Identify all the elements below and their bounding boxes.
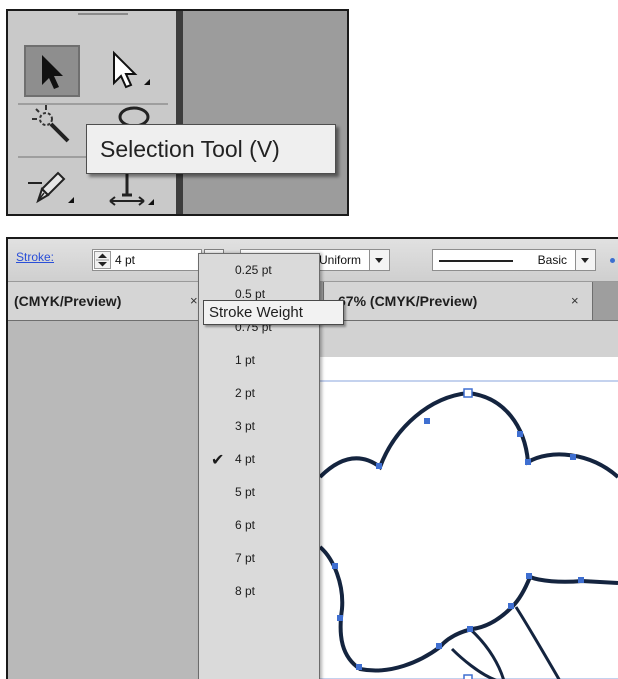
brush-line-preview [439, 260, 513, 262]
pen-tool-icon [28, 171, 74, 204]
menu-item-label: 6 pt [235, 518, 256, 532]
menu-item-2[interactable]: 2 pt [199, 386, 319, 406]
bounding-box-handle[interactable] [463, 388, 473, 398]
menu-item-0-25[interactable]: 0.25 pt [199, 263, 319, 283]
menu-item-1[interactable]: 1 pt [199, 353, 319, 373]
menu-item-8[interactable]: 8 pt [199, 584, 319, 604]
menu-item-7[interactable]: 7 pt [199, 551, 319, 571]
magic-wand-tool-button[interactable] [24, 101, 80, 153]
document-tab-active[interactable]: 67% (CMYK/Preview) × [323, 282, 593, 320]
stroke-weight-field[interactable]: 4 pt [92, 249, 202, 271]
stroke-weight-stepper[interactable] [94, 251, 111, 269]
magic-wand-tool-icon [32, 105, 70, 143]
menu-item-label: 5 pt [235, 485, 256, 499]
menu-item-3[interactable]: 3 pt [199, 419, 319, 439]
tools-panel-grip[interactable] [78, 13, 128, 15]
stroke-weight-value[interactable]: 4 pt [115, 253, 135, 267]
tree-artwork[interactable] [320, 357, 618, 679]
pen-tool-button[interactable] [24, 159, 80, 211]
tab-close-button[interactable]: × [571, 293, 579, 308]
chevron-down-icon [581, 258, 589, 263]
brush-dropdown-button[interactable] [575, 250, 595, 270]
tab-close-button[interactable]: × [190, 293, 198, 308]
menu-item-label: 4 pt [235, 452, 256, 466]
chevron-down-icon [375, 258, 383, 263]
selection-tool-icon [42, 55, 63, 89]
brush-definition-select[interactable]: Basic [432, 249, 596, 271]
control-bar-overflow-indicator [610, 258, 615, 263]
bounding-box-handle[interactable] [463, 674, 473, 679]
menu-item-label: 2 pt [235, 386, 256, 400]
menu-item-4-selected[interactable]: ✔ 4 pt [199, 452, 319, 472]
stroke-panel-screenshot: Stroke: 4 pt Uniform Basic (CMYK/Preview… [6, 237, 618, 679]
stroke-weight-tooltip: Stroke Weight [203, 300, 344, 325]
menu-item-label: 0.5 pt [235, 287, 266, 301]
tools-panel-screenshot: Selection Tool (V) [6, 9, 349, 216]
workspace-background [8, 321, 198, 679]
stepper-arrows-icon [96, 253, 109, 267]
menu-item-label: 8 pt [235, 584, 256, 598]
menu-item-label: 0.25 pt [235, 263, 272, 277]
trunk-path[interactable] [450, 606, 561, 679]
selection-tool-button[interactable] [24, 45, 80, 97]
selection-tool-tooltip: Selection Tool (V) [86, 124, 336, 174]
brush-label: Basic [537, 253, 567, 267]
profile-label: Uniform [318, 253, 361, 267]
checkmark-icon: ✔ [211, 452, 225, 469]
menu-item-label: 1 pt [235, 353, 256, 367]
document-tab-label: 67% (CMYK/Preview) [338, 293, 478, 309]
direct-selection-tool-button[interactable] [102, 45, 158, 97]
stroke-panel-link[interactable]: Stroke: [16, 250, 54, 264]
document-tab-label: (CMYK/Preview) [14, 293, 122, 309]
menu-item-5[interactable]: 5 pt [199, 485, 319, 505]
direct-selection-tool-icon [113, 50, 150, 89]
menu-item-label: 3 pt [235, 419, 256, 433]
document-tab[interactable]: (CMYK/Preview) × [8, 282, 208, 320]
menu-item-label: 7 pt [235, 551, 256, 565]
menu-item-6[interactable]: 6 pt [199, 518, 319, 538]
tools-panel-separator [176, 11, 183, 214]
profile-dropdown-button[interactable] [369, 250, 389, 270]
